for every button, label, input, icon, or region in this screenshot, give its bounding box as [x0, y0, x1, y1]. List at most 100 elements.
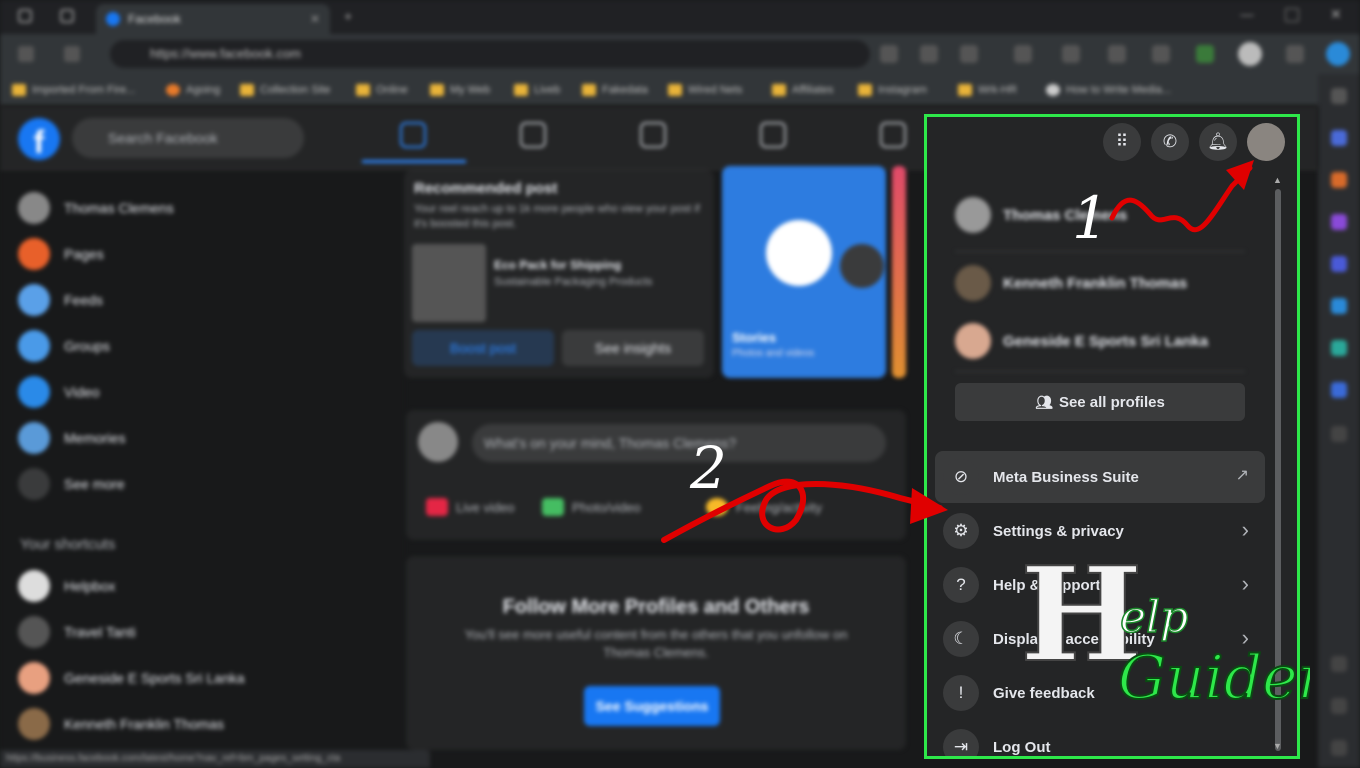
- extension-icon[interactable]: [920, 45, 938, 63]
- menu-item-give-feedback[interactable]: ! Give feedback: [935, 667, 1265, 719]
- see-all-profiles-button[interactable]: 👥︎ See all profiles: [955, 383, 1245, 421]
- recommended-body: Your reel reach up to 1k more people who…: [414, 203, 700, 230]
- bookmark-item[interactable]: How to Write Media...: [1046, 82, 1171, 98]
- search-input[interactable]: Search Facebook: [72, 118, 304, 158]
- sidebar-app-icon[interactable]: [1331, 298, 1347, 314]
- facebook-logo-icon[interactable]: f: [18, 118, 60, 160]
- bookmark-item[interactable]: My Web: [430, 82, 490, 98]
- avatar: [418, 422, 458, 462]
- shortcut-item[interactable]: Helpbox: [18, 568, 115, 604]
- extension-icon[interactable]: [1062, 45, 1080, 63]
- sidebar-app-icon[interactable]: [1331, 256, 1347, 272]
- follow-suggestions-card: Follow More Profiles and Others You'll s…: [406, 556, 906, 750]
- marketplace-icon[interactable]: [640, 122, 666, 148]
- scroll-down-icon[interactable]: ▼: [1273, 741, 1282, 751]
- account-menu: ⠿ ✆ 🔔︎ Thomas Clemens Kenneth Franklin T…: [924, 114, 1300, 759]
- browser-tab[interactable]: Facebook ✕: [96, 4, 330, 34]
- shortcut-item[interactable]: Geneside E Sports Sri Lanka: [18, 660, 245, 696]
- shortcut-item[interactable]: Travel Tanti: [18, 614, 136, 650]
- more-icon[interactable]: [1286, 45, 1304, 63]
- search-icon[interactable]: [1331, 88, 1347, 104]
- back-icon[interactable]: [18, 46, 34, 62]
- profile-divider: [955, 371, 1245, 372]
- video-icon[interactable]: [520, 122, 546, 148]
- profile-item[interactable]: Thomas Clemens: [955, 191, 1127, 239]
- left-sidebar: Thomas Clemens Pages Feeds Groups Video …: [0, 170, 404, 768]
- browser-menu-icon[interactable]: [18, 9, 32, 23]
- notifications-bell-icon[interactable]: 🔔︎: [1199, 123, 1237, 161]
- sidebar-item-video[interactable]: Video: [18, 374, 100, 410]
- close-tab-icon[interactable]: ✕: [310, 12, 320, 26]
- copilot-icon[interactable]: [1326, 42, 1350, 66]
- next-story-button[interactable]: [840, 244, 884, 288]
- extension-icon[interactable]: [960, 45, 978, 63]
- chevron-right-icon: ›: [1241, 625, 1249, 650]
- see-suggestions-button[interactable]: See Suggestions: [584, 686, 720, 726]
- bookmark-item[interactable]: Instagram: [858, 82, 927, 98]
- sidebar-item-pages[interactable]: Pages: [18, 236, 104, 272]
- refresh-icon[interactable]: [64, 46, 80, 62]
- sidebar-item-feeds[interactable]: Feeds: [18, 282, 103, 318]
- sidebar-app-icon[interactable]: [1331, 656, 1347, 672]
- maximize-icon[interactable]: [1285, 8, 1299, 22]
- messenger-icon[interactable]: ✆: [1151, 123, 1189, 161]
- feeling-activity-button[interactable]: Feeling/activity: [706, 498, 822, 516]
- story-label: Stories: [732, 330, 777, 345]
- bookmarks-bar: Imported From Fire... Agoing Collection …: [0, 74, 1360, 106]
- bookmark-item[interactable]: Fakedata: [582, 82, 648, 98]
- photo-video-button[interactable]: Photo/video: [542, 498, 641, 516]
- sidebar-item-groups[interactable]: Groups: [18, 328, 110, 364]
- sidebar-app-icon[interactable]: [1331, 214, 1347, 230]
- menu-item-log-out[interactable]: ⇥ Log Out: [935, 721, 1265, 756]
- extension-icon[interactable]: [1014, 45, 1032, 63]
- extension-icon[interactable]: [880, 45, 898, 63]
- sidebar-app-icon[interactable]: [1331, 172, 1347, 188]
- sidebar-item-memories[interactable]: Memories: [18, 420, 125, 456]
- bookmark-item[interactable]: Collection Site: [240, 82, 330, 98]
- see-insights-button[interactable]: See insights: [562, 330, 704, 366]
- composer-card: What's on your mind, Thomas Clemens? Liv…: [406, 410, 906, 540]
- browser-profile-avatar[interactable]: [1238, 42, 1262, 66]
- account-avatar[interactable]: [1247, 123, 1285, 161]
- bookmark-item[interactable]: Online: [356, 82, 408, 98]
- apps-menu-icon[interactable]: ⠿: [1103, 123, 1141, 161]
- extension-icon[interactable]: [1108, 45, 1126, 63]
- live-video-button[interactable]: Live video: [426, 498, 515, 516]
- bookmark-item[interactable]: Affiliates: [772, 82, 833, 98]
- profile-item[interactable]: Kenneth Franklin Thomas: [955, 259, 1187, 307]
- home-icon[interactable]: [400, 122, 426, 148]
- scroll-up-icon[interactable]: ▲: [1273, 175, 1282, 185]
- boost-post-button[interactable]: Boost post: [412, 330, 554, 366]
- menu-item-settings-privacy[interactable]: ⚙ Settings & privacy ›: [935, 505, 1265, 557]
- bookmark-item[interactable]: Liveb: [514, 82, 560, 98]
- menu-item-help-support[interactable]: ? Help & support ›: [935, 559, 1265, 611]
- sidebar-app-icon[interactable]: [1331, 382, 1347, 398]
- menu-item-meta-business-suite[interactable]: ⊘ Meta Business Suite ↗: [935, 451, 1265, 503]
- close-window-icon[interactable]: ✕: [1330, 6, 1342, 23]
- extension-icon[interactable]: [1196, 45, 1214, 63]
- sidebar-app-icon[interactable]: [1331, 130, 1347, 146]
- sidebar-app-icon[interactable]: [1331, 698, 1347, 714]
- bookmark-item[interactable]: Imported From Fire...: [12, 82, 135, 98]
- sidebar-item-profile[interactable]: Thomas Clemens: [18, 190, 174, 226]
- gaming-icon[interactable]: [880, 122, 906, 148]
- sidebar-item-see-more[interactable]: See more: [18, 466, 125, 502]
- bookmark-item[interactable]: Agoing: [166, 82, 220, 98]
- url-field[interactable]: https://www.facebook.com: [110, 40, 870, 68]
- settings-icon[interactable]: [1331, 740, 1347, 756]
- groups-icon[interactable]: [760, 122, 786, 148]
- add-icon[interactable]: [1331, 426, 1347, 442]
- bookmark-item[interactable]: Wrk-HR: [958, 82, 1017, 98]
- menu-item-display-accessibility[interactable]: ☾ Display & accessibility ›: [935, 613, 1265, 665]
- bookmark-item[interactable]: Wired Nets: [668, 82, 742, 98]
- composer-input[interactable]: What's on your mind, Thomas Clemens?: [472, 424, 886, 462]
- new-tab-icon[interactable]: +: [344, 8, 352, 24]
- minimize-icon[interactable]: [1240, 8, 1254, 16]
- extension-icon[interactable]: [1152, 45, 1170, 63]
- post-thumbnail: [412, 244, 486, 322]
- menu-scrollbar[interactable]: [1275, 189, 1281, 751]
- profile-item[interactable]: Geneside E Sports Sri Lanka: [955, 317, 1208, 365]
- tab-actions-icon[interactable]: [60, 9, 74, 23]
- shortcut-item[interactable]: Kenneth Franklin Thomas: [18, 706, 224, 742]
- sidebar-app-icon[interactable]: [1331, 340, 1347, 356]
